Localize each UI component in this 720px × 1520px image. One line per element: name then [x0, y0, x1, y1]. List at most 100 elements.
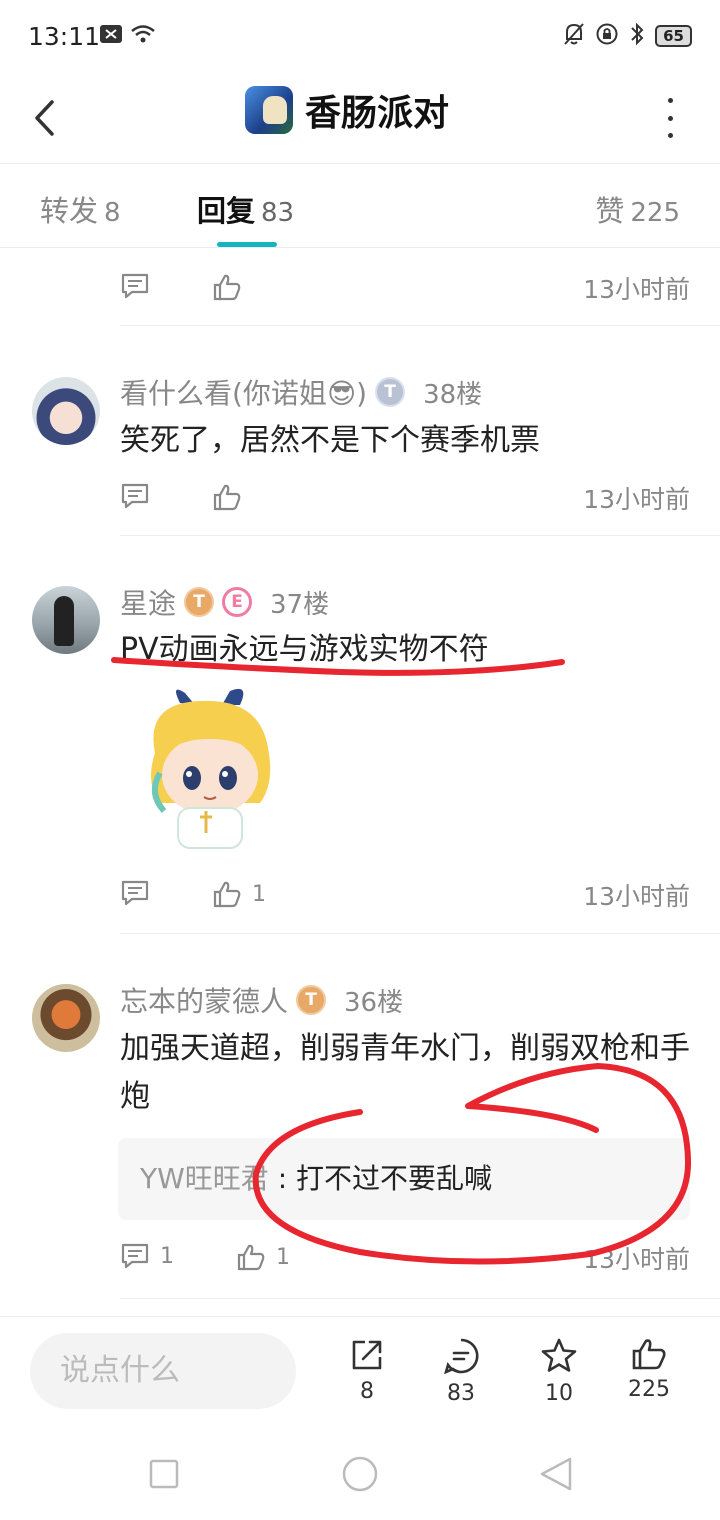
- more-dot-icon: [667, 133, 673, 138]
- comment-button[interactable]: 83: [426, 1337, 496, 1406]
- sunglasses-emoji: 😎: [326, 377, 357, 410]
- sub-reply-text: 打不过不要乱喊: [296, 1162, 493, 1195]
- divider: [120, 1298, 720, 1299]
- floor-number: 37楼: [270, 589, 330, 620]
- comment-timestamp: 13小时前: [583, 275, 690, 304]
- tab-count: 8: [104, 198, 121, 228]
- sub-reply-preview[interactable]: YW旺旺君 : 打不过不要乱喊: [118, 1138, 690, 1220]
- comment-text: PV动画永远与游戏实物不符: [120, 632, 489, 667]
- favorite-count: 10: [545, 1381, 573, 1406]
- reply-button[interactable]: 1: [120, 1242, 174, 1270]
- like-count: 1: [276, 1244, 290, 1270]
- share-count: 8: [360, 1379, 374, 1404]
- home-button[interactable]: [340, 1454, 380, 1494]
- tab-label: 转发: [40, 194, 99, 228]
- status-bar: 13:11 65: [0, 0, 720, 72]
- avatar[interactable]: [32, 586, 100, 654]
- comment-actions: 1 13小时前: [120, 875, 690, 915]
- tab-bar: 转发 8 回复 83 赞 225: [0, 164, 720, 248]
- tab-label: 赞: [595, 194, 625, 228]
- like-button[interactable]: 1: [212, 879, 266, 909]
- like-post-button[interactable]: 225: [614, 1337, 684, 1402]
- star-icon: [541, 1338, 577, 1372]
- comment-actions: 13小时前: [120, 478, 690, 518]
- like-button[interactable]: 1: [236, 1242, 290, 1272]
- username[interactable]: 忘本的蒙德人: [120, 980, 288, 1020]
- thumbs-up-icon: [213, 484, 241, 511]
- recent-apps-button[interactable]: [144, 1454, 184, 1494]
- avatar[interactable]: [32, 984, 100, 1052]
- rotation-lock-icon: [595, 22, 619, 50]
- circle-icon: [342, 1456, 378, 1492]
- comment-count: 83: [447, 1381, 475, 1406]
- comment-text: 笑死了，居然不是下个赛季机票: [120, 423, 540, 458]
- comment-author-line: 看什么看(你诺姐😎) T 38楼: [120, 372, 482, 412]
- thumbs-up-icon: [213, 274, 241, 301]
- comment-timestamp: 13小时前: [583, 485, 690, 514]
- bottom-action-bar: 说点什么 8 83 10 225: [0, 1316, 720, 1428]
- game-logo: [245, 86, 293, 134]
- notification-icon: [100, 25, 122, 47]
- page-title: 香肠派对: [305, 93, 450, 134]
- thumbs-up-icon: [632, 1339, 666, 1370]
- comment-icon: [121, 483, 149, 509]
- like-button[interactable]: [212, 482, 242, 512]
- sub-reply-author: YW旺旺君: [140, 1162, 269, 1195]
- comment-text: 加强天道超，削弱青年水门，削弱双枪和手炮: [120, 1031, 690, 1114]
- tab-label: 回复: [197, 194, 256, 228]
- achievement-badge-icon: E: [222, 587, 253, 617]
- battery-indicator: 65: [655, 25, 692, 47]
- system-back-button[interactable]: [536, 1454, 576, 1494]
- thumbs-up-icon: [237, 1244, 265, 1271]
- tab-reply[interactable]: 回复 83: [197, 188, 294, 230]
- divider: [120, 933, 720, 934]
- more-dot-icon: [667, 115, 673, 121]
- back-arrow-icon: [35, 100, 54, 136]
- level-badge-icon: T: [184, 587, 215, 617]
- floor-number: 38楼: [423, 379, 483, 410]
- comment-author-line: 星途 T E 37楼: [120, 582, 329, 622]
- share-button[interactable]: 8: [332, 1337, 402, 1404]
- comment-icon: [121, 273, 149, 299]
- active-tab-indicator: [217, 242, 277, 247]
- comment-timestamp: 13小时前: [583, 1245, 690, 1274]
- like-count: 225: [628, 1377, 670, 1402]
- comment-actions: 1 1 13小时前: [120, 1238, 690, 1278]
- share-icon: [352, 1340, 382, 1370]
- back-button[interactable]: [24, 90, 64, 146]
- reply-count: 1: [160, 1243, 174, 1269]
- comment-actions: 13小时前: [120, 268, 690, 308]
- header-title-group[interactable]: 香肠派对: [245, 84, 449, 136]
- reply-button[interactable]: [120, 482, 150, 510]
- sub-reply-separator: :: [268, 1162, 297, 1195]
- comment-input[interactable]: 说点什么: [30, 1333, 296, 1409]
- like-button[interactable]: [212, 272, 242, 302]
- tab-count: 83: [261, 198, 295, 228]
- level-badge-icon: T: [375, 377, 406, 407]
- reply-button[interactable]: [120, 272, 150, 300]
- like-count: 1: [252, 881, 266, 907]
- tab-count: 225: [630, 198, 680, 228]
- divider: [120, 535, 720, 536]
- system-nav-bar: [0, 1428, 720, 1520]
- more-options-button[interactable]: [660, 98, 680, 138]
- tab-like[interactable]: 赞 225: [595, 188, 680, 230]
- comment-author-line: 忘本的蒙德人 T 36楼: [120, 980, 403, 1020]
- reply-list[interactable]: 13小时前 看什么看(你诺姐😎) T 38楼 笑死了，居然不是下个赛季机票 13…: [0, 248, 720, 1316]
- square-icon: [149, 1459, 179, 1489]
- username[interactable]: 星途: [120, 582, 176, 622]
- avatar[interactable]: [32, 377, 100, 445]
- mute-icon: [563, 22, 585, 50]
- reply-button[interactable]: [120, 879, 150, 907]
- divider: [120, 325, 720, 326]
- comment-timestamp: 13小时前: [583, 882, 690, 911]
- status-time: 13:11: [28, 22, 101, 51]
- comment-icon: [121, 880, 149, 906]
- floor-number: 36楼: [344, 987, 404, 1018]
- username[interactable]: 看什么看(你诺姐😎): [120, 372, 367, 412]
- sticker-image[interactable]: [140, 683, 280, 853]
- thumbs-up-icon: [213, 881, 241, 908]
- tab-repost[interactable]: 转发 8: [40, 188, 121, 230]
- favorite-button[interactable]: 10: [524, 1337, 594, 1406]
- app-header: 香肠派对: [0, 72, 720, 164]
